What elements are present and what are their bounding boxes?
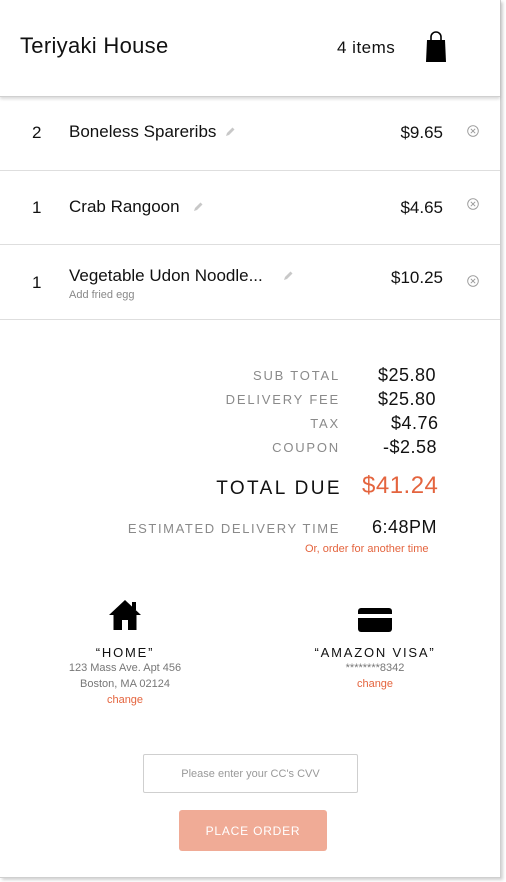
address-title: “HOME”: [95, 645, 155, 660]
coupon-value: -$2.58: [383, 437, 438, 457]
change-address-link[interactable]: change: [40, 692, 210, 709]
item-modifier-note: Add fried egg: [69, 289, 135, 301]
tax-value: $4.76: [391, 413, 439, 433]
payment-title: “AMAZON VISA”: [314, 645, 436, 660]
estimated-delivery-time: 6:48PM: [372, 517, 438, 537]
address-line-2: Boston, MA 02124: [80, 678, 170, 690]
order-item-row: 1 Vegetable Udon Noodle... $10.25 Add fr…: [0, 244, 500, 320]
masked-card-number: ********8342: [345, 662, 405, 674]
order-header: Teriyaki House 4 items: [0, 0, 500, 97]
payment-method: “AMAZON VISA” ********8342 change: [290, 608, 460, 693]
remove-item-icon[interactable]: [467, 125, 479, 137]
edit-pencil-icon[interactable]: [282, 270, 294, 282]
item-quantity[interactable]: 2: [32, 123, 41, 143]
subtotal-value: $25.80: [378, 365, 437, 385]
change-payment-link[interactable]: change: [290, 676, 460, 693]
remove-item-icon[interactable]: [467, 198, 479, 210]
delivery-address: “HOME” 123 Mass Ave. Apt 456 Boston, MA …: [40, 598, 210, 709]
total-due-value: $41.24: [362, 472, 439, 499]
tax-label: TAX: [310, 416, 340, 431]
item-price: $9.65: [400, 123, 443, 142]
item-price: $10.25: [391, 268, 443, 287]
cvv-input[interactable]: [143, 754, 358, 793]
item-name: Vegetable Udon Noodle...: [69, 266, 263, 285]
total-due-label: TOTAL DUE: [216, 478, 342, 499]
home-icon: [109, 600, 141, 630]
order-item-row: 1 Crab Rangoon $4.65: [0, 170, 500, 245]
edit-pencil-icon[interactable]: [192, 201, 204, 213]
item-price: $4.65: [400, 198, 443, 217]
restaurant-name: Teriyaki House: [20, 33, 169, 58]
item-name: Crab Rangoon: [69, 197, 180, 216]
order-another-time-link[interactable]: Or, order for another time: [305, 543, 429, 555]
item-name: Boneless Spareribs: [69, 122, 217, 141]
delivery-fee-value: $25.80: [378, 389, 437, 409]
edit-pencil-icon[interactable]: [224, 126, 236, 138]
coupon-label: COUPON: [272, 440, 340, 455]
item-quantity[interactable]: 1: [32, 198, 41, 218]
remove-item-icon[interactable]: [467, 275, 479, 287]
subtotal-label: SUB TOTAL: [252, 368, 340, 383]
item-quantity[interactable]: 1: [32, 273, 41, 293]
shopping-bag-icon[interactable]: [424, 31, 448, 63]
place-order-button[interactable]: PLACE ORDER: [179, 810, 327, 851]
checkout-panel: Teriyaki House 4 items 2 Boneless Sparer…: [0, 0, 501, 878]
delivery-fee-label: DELIVERY FEE: [225, 392, 340, 407]
order-item-row: 2 Boneless Spareribs $9.65: [0, 96, 500, 171]
credit-card-icon: [358, 608, 392, 632]
estimated-delivery-label: ESTIMATED DELIVERY TIME: [127, 521, 340, 536]
address-line-1: 123 Mass Ave. Apt 456: [68, 662, 182, 674]
cart-item-count[interactable]: 4 items: [337, 38, 395, 58]
